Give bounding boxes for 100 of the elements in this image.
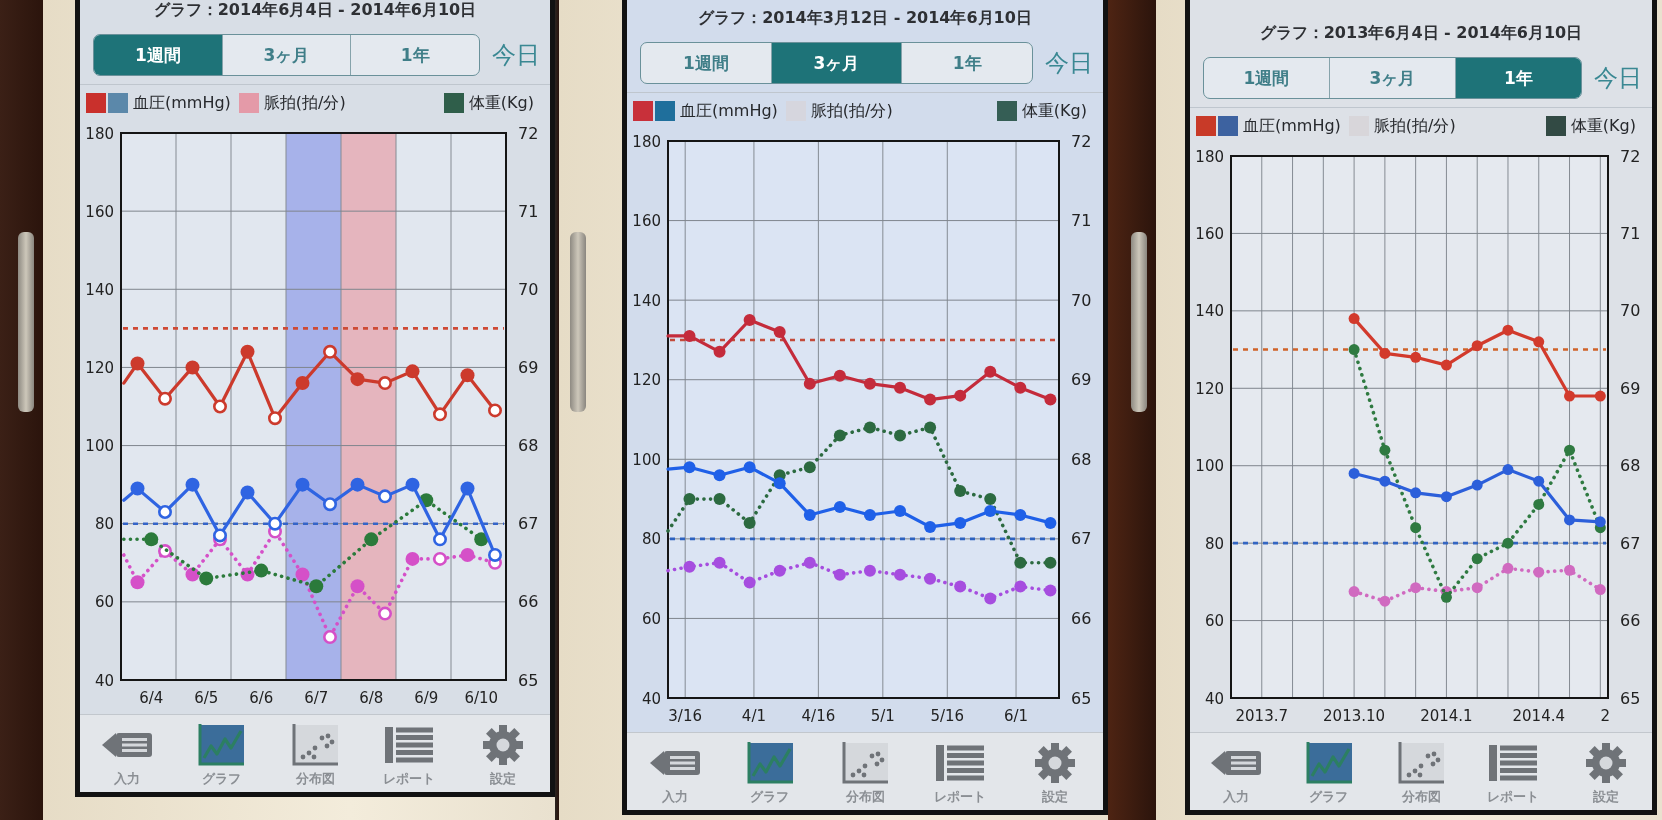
left-axis-label: 160 [632, 212, 661, 231]
range-tab[interactable]: 1週間 [641, 43, 771, 83]
legend-label: 血圧(mmHg) [133, 93, 231, 113]
today-button[interactable]: 今日 [1590, 60, 1646, 96]
x-axis-label: 2014.4 [1512, 707, 1565, 725]
range-tab[interactable]: 1週間 [94, 35, 222, 75]
left-axis-label: 160 [1195, 224, 1224, 243]
right-axis-label: 66 [518, 592, 539, 612]
x-axis-label: 6/10 [464, 689, 499, 707]
range-tab[interactable]: 1年 [350, 35, 479, 75]
left-axis-label: 180 [85, 124, 114, 143]
right-axis-label: 65 [1071, 688, 1092, 708]
right-axis-label: 72 [518, 123, 539, 143]
tab-bar-item[interactable]: グラフ [1282, 733, 1375, 810]
x-axis-label: 5/16 [930, 707, 965, 725]
tab-bar-item[interactable]: 分布図 [1374, 733, 1468, 810]
legend-label: 脈拍(拍/分) [810, 101, 893, 121]
settings-icon [1035, 743, 1076, 783]
tab-bar-item[interactable]: 分布図 [268, 715, 362, 792]
left-axis-label: 60 [1204, 612, 1224, 631]
right-axis-label: 68 [1071, 449, 1092, 469]
scatter-plot-icon [292, 724, 338, 766]
range-tab[interactable]: 1年 [901, 43, 1032, 83]
today-button[interactable]: 今日 [1041, 45, 1097, 81]
left-axis-label: 80 [1204, 534, 1224, 553]
right-axis-label: 72 [1620, 146, 1641, 166]
tab-bar-item[interactable]: 入力 [1190, 733, 1283, 810]
line-chart-icon [198, 724, 244, 766]
right-axis-label: 66 [1071, 608, 1092, 628]
left-axis-label: 80 [94, 515, 114, 534]
tab-bar-item[interactable]: 入力 [627, 733, 723, 810]
tab-bar-item[interactable]: グラフ [174, 715, 268, 792]
x-axis-label: 3/16 [668, 707, 703, 725]
scatter-plot-icon [1398, 742, 1444, 784]
x-axis-label: 4/1 [741, 707, 766, 725]
right-axis-label: 68 [1620, 456, 1641, 476]
right-axis-label: 71 [1620, 223, 1641, 243]
x-axis-label: 5/1 [870, 707, 895, 725]
range-tab[interactable]: 1年 [1455, 58, 1581, 98]
left-axis-label: 60 [641, 609, 661, 628]
legend-label: 体重(Kg) [1021, 101, 1087, 121]
left-axis-label: 100 [85, 437, 114, 456]
x-axis-label: 6/8 [359, 689, 384, 707]
x-axis-label: 6/5 [194, 689, 219, 707]
left-axis-label: 180 [1195, 147, 1224, 166]
right-axis-label: 70 [1071, 290, 1092, 310]
today-button[interactable]: 今日 [488, 37, 544, 73]
tab-bar-item[interactable]: レポート [362, 715, 456, 792]
tab-bar-item[interactable]: 設定 [1007, 733, 1103, 810]
settings-icon [1585, 743, 1626, 783]
left-axis-label: 40 [641, 689, 661, 708]
range-tab[interactable]: 3ヶ月 [770, 43, 902, 83]
tab-bar-item[interactable]: グラフ [722, 733, 818, 810]
x-axis-label: 2014.1 [1420, 707, 1473, 725]
right-axis-label: 70 [518, 279, 539, 299]
right-axis-label: 67 [1620, 533, 1641, 553]
line-chart-icon [1305, 742, 1352, 784]
right-axis-label: 65 [518, 670, 539, 690]
right-axis-label: 71 [518, 201, 539, 221]
pencil-icon [1210, 748, 1263, 778]
screen-title: グラフ：2014年3月12日 - 2014年6月10日 [698, 8, 1032, 28]
tab-bar-item[interactable]: レポート [912, 733, 1008, 810]
left-axis-label: 140 [1195, 302, 1224, 321]
legend-label: 体重(Kg) [468, 93, 534, 113]
tab-bar-item[interactable]: 設定 [456, 715, 550, 792]
left-axis-label: 100 [1195, 457, 1224, 476]
x-axis-label: 6/1 [1003, 707, 1029, 725]
x-axis-label: 6/6 [249, 689, 274, 707]
x-axis-label: 2013.7 [1235, 707, 1289, 725]
right-axis-label: 71 [1071, 211, 1092, 231]
tab-bar-item[interactable]: 分布図 [817, 733, 913, 810]
x-axis-label: 6/4 [139, 689, 164, 707]
scatter-plot-icon [842, 742, 888, 784]
right-axis-label: 70 [1620, 301, 1641, 321]
tab-bar-item[interactable]: 入力 [80, 715, 174, 792]
screen-title: グラフ：2014年6月4日 - 2014年6月10日 [153, 0, 477, 20]
x-axis-label: 6/9 [414, 689, 439, 707]
right-axis-label: 69 [518, 357, 539, 377]
list-icon [1489, 745, 1538, 781]
left-axis-label: 180 [632, 132, 661, 151]
x-axis-label: 2 [1600, 707, 1610, 725]
right-axis-label: 67 [1071, 529, 1092, 549]
legend-label: 脈拍(拍/分) [1373, 116, 1456, 136]
pencil-icon [101, 730, 153, 760]
left-axis-label: 40 [94, 671, 114, 690]
left-axis-label: 80 [641, 530, 661, 549]
right-axis-label: 65 [1620, 688, 1641, 708]
left-axis-label: 120 [1195, 379, 1224, 398]
range-tab[interactable]: 1週間 [1204, 58, 1329, 98]
right-axis-label: 66 [1620, 611, 1641, 631]
pencil-icon [648, 748, 701, 778]
range-tab[interactable]: 3ヶ月 [221, 35, 351, 75]
tab-bar-item[interactable]: レポート [1467, 733, 1560, 810]
right-axis-label: 69 [1071, 370, 1092, 390]
tab-bar-item[interactable]: 設定 [1559, 733, 1653, 810]
x-axis-label: 4/16 [801, 707, 836, 725]
screen-title: グラフ：2013年6月4日 - 2014年6月10日 [1259, 23, 1583, 43]
list-icon [936, 745, 985, 781]
left-axis-label: 120 [85, 358, 114, 377]
list-icon [385, 727, 433, 763]
